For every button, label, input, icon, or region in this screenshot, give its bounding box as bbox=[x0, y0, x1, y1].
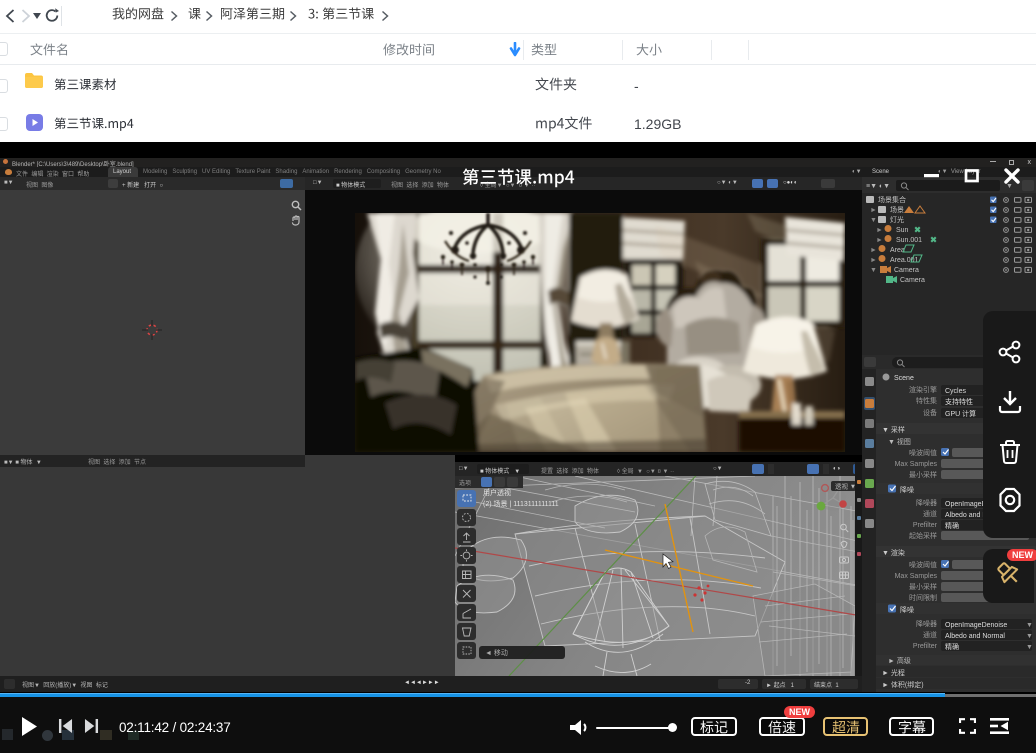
svg-text:Sun: Sun bbox=[896, 227, 909, 234]
svg-text:设备: 设备 bbox=[923, 408, 937, 417]
svg-text:Prefilter: Prefilter bbox=[913, 522, 938, 529]
svg-text:最小采样: 最小采样 bbox=[909, 470, 937, 479]
svg-text:用户透视: 用户透视 bbox=[483, 488, 511, 497]
svg-text:▼: ▼ bbox=[870, 217, 877, 224]
svg-text:精确: 精确 bbox=[945, 521, 959, 530]
svg-text:Max Samples: Max Samples bbox=[895, 461, 938, 468]
svg-text:通道: 通道 bbox=[923, 630, 937, 639]
svg-text:▼: ▼ bbox=[870, 267, 877, 274]
svg-text:降噪: 降噪 bbox=[900, 605, 914, 614]
svg-text:场景: 场景 bbox=[890, 205, 904, 214]
svg-text:▼: ▼ bbox=[1006, 183, 1013, 190]
svg-text:► 光程: ► 光程 bbox=[882, 668, 905, 677]
svg-text:通道: 通道 bbox=[923, 509, 937, 518]
svg-text:Area.001: Area.001 bbox=[890, 257, 919, 264]
svg-text:Camera: Camera bbox=[900, 277, 925, 284]
svg-text:(2) 场景 | 1113111111111: (2) 场景 | 1113111111111 bbox=[483, 499, 559, 508]
svg-text:▼: ▼ bbox=[1026, 644, 1033, 651]
svg-text:► 体积(绑定): ► 体积(绑定) bbox=[882, 680, 924, 689]
svg-text:灯光: 灯光 bbox=[890, 215, 904, 224]
svg-text:Area: Area bbox=[890, 247, 905, 254]
svg-text:► 高级: ► 高级 bbox=[888, 656, 911, 665]
svg-text:渲染引擎: 渲染引擎 bbox=[909, 385, 937, 394]
svg-text:支持特性: 支持特性 bbox=[945, 397, 973, 406]
svg-text:Max Samples: Max Samples bbox=[895, 573, 938, 580]
svg-text:▼ 渲染: ▼ 渲染 bbox=[882, 548, 905, 557]
svg-text:▼ 视图: ▼ 视图 bbox=[888, 437, 911, 446]
svg-text:◄ 移动: ◄ 移动 bbox=[485, 648, 508, 657]
svg-text:特性集: 特性集 bbox=[916, 396, 937, 405]
svg-text:≡▼ ◐▼: ≡▼ ◐▼ bbox=[866, 183, 890, 190]
svg-text:Scene: Scene bbox=[894, 375, 914, 382]
svg-text:降噪器: 降噪器 bbox=[916, 619, 937, 628]
svg-text:透视 ▼: 透视 ▼ bbox=[835, 482, 856, 491]
svg-text:►: ► bbox=[870, 257, 877, 264]
svg-text:►: ► bbox=[876, 237, 883, 244]
svg-text:降噪器: 降噪器 bbox=[916, 498, 937, 507]
svg-text:Camera: Camera bbox=[894, 267, 919, 274]
svg-text:GPU 计算: GPU 计算 bbox=[945, 409, 976, 418]
svg-text:Sun.001: Sun.001 bbox=[896, 237, 922, 244]
svg-text:噪波阈值: 噪波阈值 bbox=[909, 560, 937, 569]
svg-text:精确: 精确 bbox=[945, 642, 959, 651]
svg-text:最小采样: 最小采样 bbox=[909, 582, 937, 591]
svg-text:▼: ▼ bbox=[1026, 633, 1033, 640]
svg-text:▼: ▼ bbox=[1026, 622, 1033, 629]
svg-text:Albedo and Normal: Albedo and Normal bbox=[945, 633, 1005, 640]
svg-text:OpenImageDenoise: OpenImageDenoise bbox=[945, 622, 1007, 629]
svg-text:►: ► bbox=[876, 227, 883, 234]
svg-text:►: ► bbox=[870, 247, 877, 254]
svg-text:起始采样: 起始采样 bbox=[909, 531, 937, 540]
svg-text:场景集合: 场景集合 bbox=[878, 195, 906, 204]
svg-text:降噪: 降噪 bbox=[900, 485, 914, 494]
svg-text:▼ 采样: ▼ 采样 bbox=[882, 425, 905, 434]
svg-text:Cycles: Cycles bbox=[945, 388, 967, 395]
svg-text:►: ► bbox=[870, 207, 877, 214]
svg-text:时间限制: 时间限制 bbox=[909, 593, 937, 602]
svg-text:Prefilter: Prefilter bbox=[913, 643, 938, 650]
svg-text:噪波阈值: 噪波阈值 bbox=[909, 448, 937, 457]
